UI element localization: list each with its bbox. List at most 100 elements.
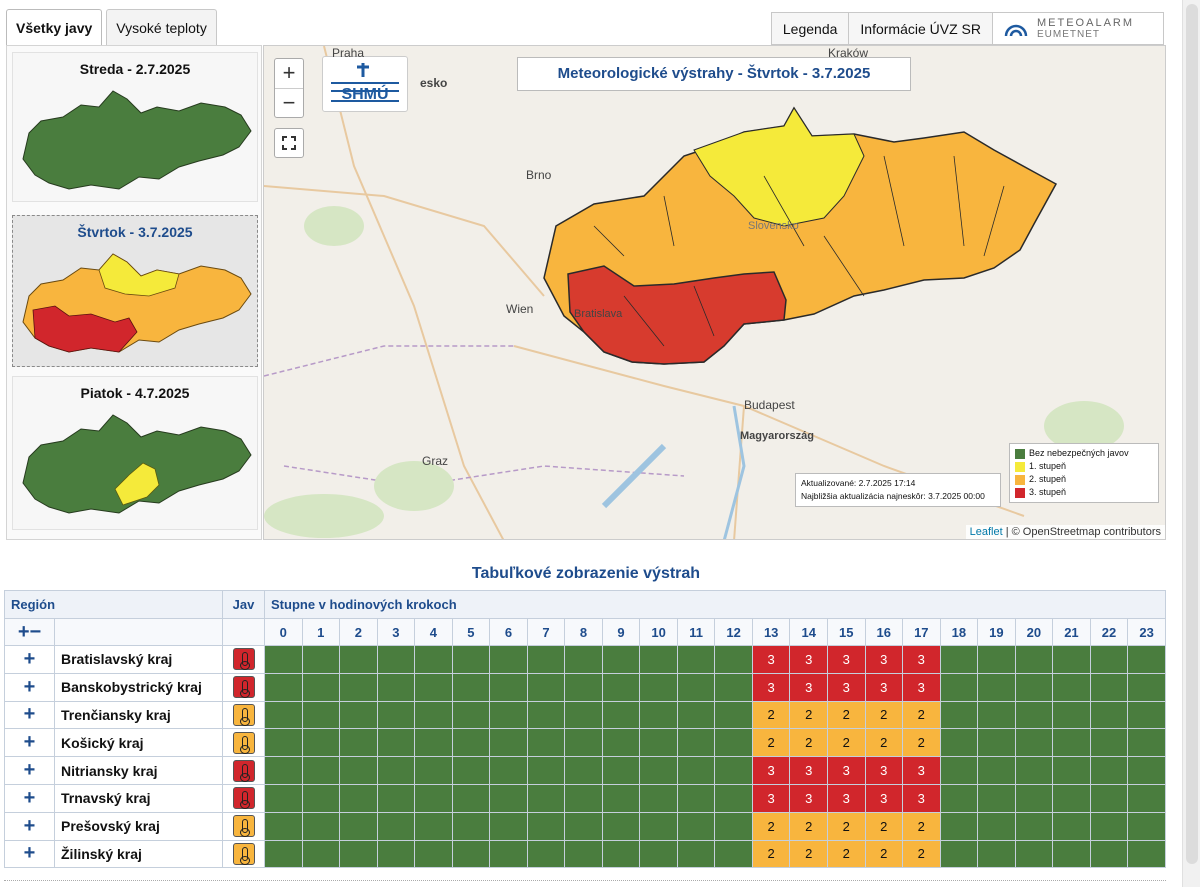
warning-map[interactable]: + − SHMÚ Meteorologické výstrahy - Štvrt… [263, 45, 1166, 540]
hour-header: 9 [601, 618, 641, 646]
hour-level-cell [1052, 839, 1091, 869]
hour-header: 19 [977, 618, 1016, 646]
hour-level-cell [977, 811, 1016, 841]
hour-level-cell: 2 [902, 839, 941, 869]
hour-level-cell [1052, 700, 1091, 730]
hour-level-cell [301, 645, 341, 674]
tab-all-phenomena[interactable]: Všetky javy [6, 9, 103, 45]
hour-level-cell [264, 783, 303, 813]
country-label: esko [420, 76, 448, 90]
hour-level-cell [451, 783, 491, 813]
hour-level-cell: 3 [826, 783, 866, 813]
hour-header: 12 [714, 618, 753, 646]
hour-header: 16 [864, 618, 904, 646]
expand-row-button[interactable]: + [4, 783, 55, 813]
hour-level-cell: 2 [826, 728, 866, 758]
thermometer-icon[interactable] [232, 731, 255, 754]
phenomenon-cell [222, 839, 265, 869]
meteoalarm-logo-button[interactable]: METEOALARM EUMETNET [992, 12, 1164, 45]
hour-level-cell [451, 645, 491, 674]
expand-collapse-all[interactable]: +− [4, 618, 55, 646]
legend-button[interactable]: Legenda [770, 12, 850, 45]
hour-level-cell: 2 [902, 811, 941, 841]
day-card-thursday[interactable]: Štvrtok - 3.7.2025 [12, 215, 258, 367]
hour-level-cell [564, 756, 603, 785]
hour-level-cell: 2 [864, 700, 904, 730]
expand-row-button[interactable]: + [4, 811, 55, 841]
hour-level-cell: 3 [751, 783, 791, 813]
uvz-info-button[interactable]: Informácie ÚVZ SR [848, 12, 993, 45]
hour-level-cell [1014, 728, 1054, 758]
hour-header: 20 [1014, 618, 1054, 646]
hour-level-cell: 2 [751, 728, 791, 758]
tab-high-temperatures[interactable]: Vysoké teploty [106, 9, 217, 45]
thermometer-icon[interactable] [232, 815, 255, 838]
tab-bar: Všetky javy Vysoké teploty [6, 9, 217, 45]
hour-header: 10 [639, 618, 678, 646]
expand-row-button[interactable]: + [4, 839, 55, 869]
hour-level-cell [639, 728, 678, 758]
fullscreen-button[interactable] [274, 128, 304, 158]
hour-level-cell [639, 672, 678, 702]
hour-level-cell: 2 [789, 700, 828, 730]
leaflet-link[interactable]: Leaflet [970, 526, 1003, 538]
expand-row-button[interactable]: + [4, 756, 55, 785]
hour-level-cell [526, 783, 566, 813]
hour-level-cell [714, 783, 753, 813]
hour-level-cell: 3 [902, 756, 941, 785]
legend-swatch [1015, 474, 1025, 485]
hour-level-cell [451, 700, 491, 730]
expand-row-button[interactable]: + [4, 700, 55, 730]
page-scrollbar[interactable] [1182, 0, 1200, 887]
hour-level-cell [1127, 811, 1166, 841]
hour-header: 0 [264, 618, 303, 646]
hour-level-cell [451, 839, 491, 869]
thermometer-icon[interactable] [232, 648, 255, 671]
hour-level-cell [526, 756, 566, 785]
hour-level-cell [339, 672, 378, 702]
zoom-control: + − [274, 58, 304, 118]
hour-level-cell [451, 756, 491, 785]
hour-level-cell [939, 700, 979, 730]
hour-level-cell [1127, 700, 1166, 730]
legend-item: 1. stupeň [1015, 460, 1153, 473]
hour-level-cell [301, 811, 341, 841]
hour-level-cell [451, 728, 491, 758]
expand-row-button[interactable]: + [4, 645, 55, 674]
day-card-friday[interactable]: Piatok - 4.7.2025 [12, 376, 258, 530]
hour-level-cell [564, 728, 603, 758]
thermometer-icon[interactable] [232, 676, 255, 699]
zoom-in-button[interactable]: + [275, 59, 303, 88]
hour-level-cell [939, 645, 979, 674]
expand-row-button[interactable]: + [4, 672, 55, 702]
hour-header: 7 [526, 618, 566, 646]
thermometer-icon[interactable] [232, 842, 255, 865]
empty-header-cell [222, 618, 265, 646]
hour-level-cell: 2 [902, 728, 941, 758]
empty-header-cell [54, 618, 223, 646]
legend-label: Bez nebezpečných javov [1029, 448, 1129, 458]
city-label: Brno [526, 168, 552, 182]
scrollbar-thumb[interactable] [1186, 4, 1198, 864]
bottom-separator [4, 880, 1166, 881]
hour-header: 1 [301, 618, 341, 646]
hour-level-cell [977, 672, 1016, 702]
thermometer-icon[interactable] [232, 787, 255, 810]
day-selector-panel: Streda - 2.7.2025 Štvrtok - 3.7.2025 Pia… [6, 45, 262, 540]
legend-item: Bez nebezpečných javov [1015, 447, 1153, 460]
shmu-logo: SHMÚ [322, 56, 408, 112]
city-label: Graz [422, 454, 449, 468]
hour-level-cell: 3 [751, 672, 791, 702]
hour-level-cell [939, 728, 979, 758]
thermometer-icon[interactable] [232, 703, 255, 726]
hour-level-cell [376, 811, 416, 841]
hour-level-cell [1127, 756, 1166, 785]
hour-level-cell [301, 783, 341, 813]
legend-label: 3. stupeň [1029, 487, 1067, 497]
zoom-out-button[interactable]: − [275, 88, 303, 117]
thermometer-icon[interactable] [232, 759, 255, 782]
hour-level-cell [676, 728, 716, 758]
expand-row-button[interactable]: + [4, 728, 55, 758]
hour-level-cell [489, 700, 528, 730]
day-card-wednesday[interactable]: Streda - 2.7.2025 [12, 52, 258, 202]
